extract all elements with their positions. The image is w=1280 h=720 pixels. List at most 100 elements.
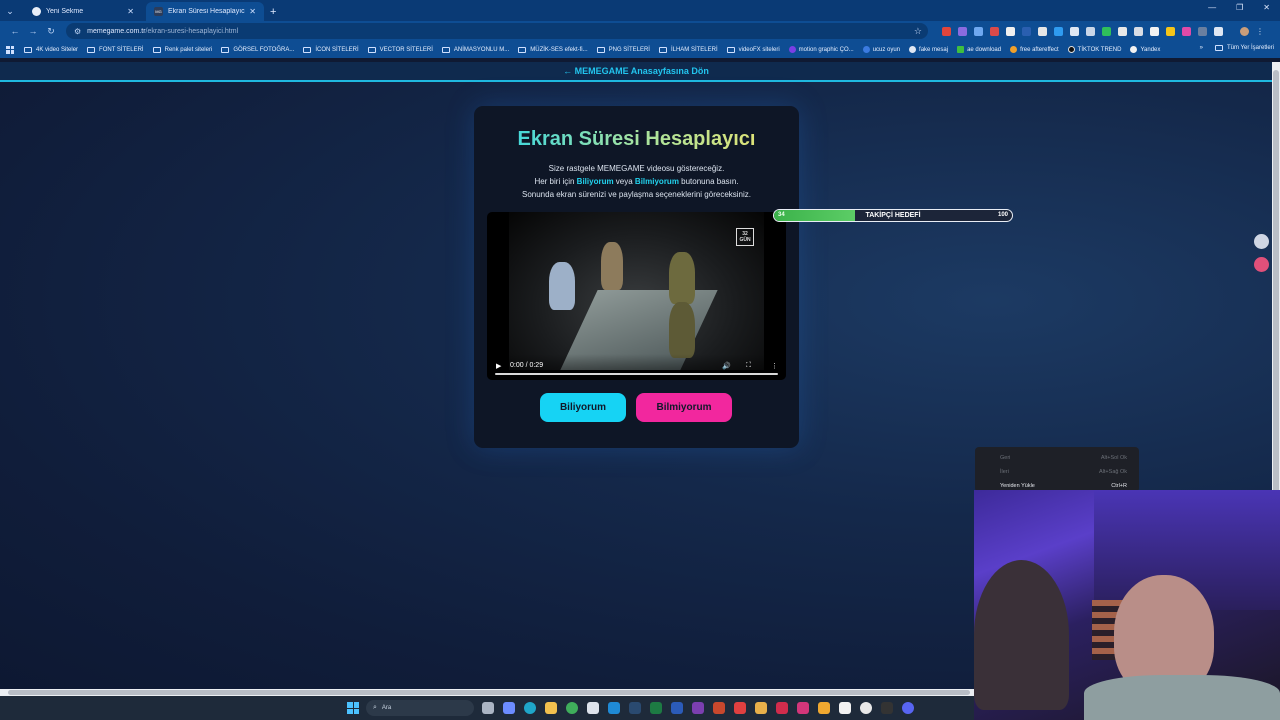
play-icon[interactable]: ▶ <box>496 362 501 370</box>
bookmark-link[interactable]: TİKTOK TREND <box>1067 46 1121 53</box>
tab-search-icon[interactable]: ⌄ <box>0 1 20 21</box>
extension-icon[interactable] <box>1182 26 1191 36</box>
context-item-back[interactable]: Geri Alt+Sol Ok <box>975 452 1139 464</box>
forward-icon[interactable]: → <box>24 26 42 36</box>
notion-icon[interactable] <box>839 702 851 714</box>
tab-ekran-suresi[interactable]: MG Ekran Süresi Hesaplayıcı | MEM ✕ <box>146 2 264 21</box>
app-icon[interactable] <box>776 702 788 714</box>
side-widget-icon[interactable] <box>1254 234 1269 249</box>
nav-bar: ← → ↻ ⚙ memegame.com.tr /ekran-suresi-he… <box>0 21 1280 41</box>
bookmark-label: Renk palet siteleri <box>164 46 213 53</box>
volume-icon[interactable]: 🔊 <box>722 362 731 370</box>
excel-icon[interactable] <box>650 702 662 714</box>
extension-icon[interactable] <box>1198 26 1207 36</box>
bookmark-link[interactable]: ucuz oyun <box>862 46 900 53</box>
steam-icon[interactable] <box>629 702 641 714</box>
file-explorer-icon[interactable] <box>545 702 557 714</box>
home-link[interactable]: ← MEMEGAME Anasayfasına Dön <box>563 66 709 76</box>
vscode-icon[interactable] <box>608 702 620 714</box>
edge-icon[interactable] <box>524 702 536 714</box>
back-icon[interactable]: ← <box>6 26 24 36</box>
bookmark-link[interactable]: free aftereffect <box>1010 46 1059 53</box>
bookmark-folder[interactable]: videoFX siteleri <box>726 46 780 53</box>
bookmark-folder[interactable]: MÜZİK-SES efekt-fi... <box>518 46 588 53</box>
extension-icon[interactable] <box>1166 26 1175 36</box>
extension-icon[interactable] <box>1006 26 1015 36</box>
folder-icon <box>303 46 312 53</box>
extension-icon[interactable] <box>1038 26 1047 36</box>
bookmark-label: motion graphic ÇO... <box>798 46 854 53</box>
copilot-icon[interactable] <box>503 702 515 714</box>
all-bookmarks-button[interactable]: Tüm Yer İşaretleri <box>1214 45 1274 51</box>
extensions-puzzle-icon[interactable] <box>1214 26 1223 36</box>
instagram-icon[interactable] <box>797 702 809 714</box>
github-icon[interactable] <box>860 702 872 714</box>
paint-icon[interactable] <box>755 702 767 714</box>
windows-start-icon[interactable] <box>347 702 359 714</box>
bookmark-folder[interactable]: ANİMASYONLU M... <box>441 46 509 53</box>
extension-icon[interactable] <box>958 26 967 36</box>
extension-icon[interactable] <box>1054 26 1063 36</box>
onenote-icon[interactable] <box>692 702 704 714</box>
video-progress-bar[interactable] <box>495 373 778 375</box>
new-tab-button[interactable]: + <box>270 2 276 21</box>
more-options-icon[interactable]: ⋮ <box>771 362 778 370</box>
horizontal-scrollbar[interactable] <box>0 689 976 696</box>
bookmark-link[interactable]: fake mesaj <box>909 46 948 53</box>
reload-icon[interactable]: ↻ <box>42 26 60 37</box>
tab-close-icon[interactable]: ✕ <box>127 7 134 16</box>
discord-icon[interactable] <box>902 702 914 714</box>
side-widget-icon[interactable] <box>1254 257 1269 272</box>
bookmark-folder[interactable]: İLHAM SİTELERİ <box>658 46 718 53</box>
minimize-icon[interactable]: — <box>1208 3 1216 12</box>
word-icon[interactable] <box>671 702 683 714</box>
taskbar-search[interactable]: ⌕ Ara <box>366 700 474 716</box>
bilmiyorum-button[interactable]: Bilmiyorum <box>636 393 732 422</box>
bookmark-link[interactable]: Yandex <box>1130 46 1160 53</box>
bookmark-star-icon[interactable]: ☆ <box>914 26 922 37</box>
extension-icon[interactable] <box>974 26 983 36</box>
extension-icon[interactable] <box>1086 26 1095 36</box>
video-person <box>549 262 575 310</box>
menu-dots-icon[interactable]: ⋮ <box>1256 27 1265 36</box>
close-window-icon[interactable]: ✕ <box>1263 3 1270 12</box>
app-icon[interactable] <box>734 702 746 714</box>
site-info-icon[interactable]: ⚙ <box>74 27 81 36</box>
address-bar[interactable]: ⚙ memegame.com.tr /ekran-suresi-hesaplay… <box>66 23 928 39</box>
biliyorum-button[interactable]: Biliyorum <box>540 393 626 422</box>
tab-new-tab[interactable]: Yeni Sekme ✕ <box>24 2 142 21</box>
bookmark-folder[interactable]: Renk palet siteleri <box>152 46 213 53</box>
bookmark-folder[interactable]: PNG SİTELERİ <box>596 46 650 53</box>
scrollbar-thumb[interactable] <box>8 690 970 695</box>
video-player[interactable]: 32 GÜN ▶ 0:00 / 0:29 🔊 ⛶ ⋮ <box>487 212 786 380</box>
restore-icon[interactable]: ❐ <box>1236 3 1243 12</box>
extension-icon[interactable] <box>1102 26 1111 36</box>
bookmark-link[interactable]: motion graphic ÇO... <box>788 46 854 53</box>
extension-icon[interactable] <box>1134 26 1143 36</box>
extension-icon[interactable] <box>1150 26 1159 36</box>
apps-grid-icon[interactable] <box>6 45 14 54</box>
store-icon[interactable] <box>587 702 599 714</box>
bookmark-link[interactable]: ae download <box>957 46 1001 53</box>
context-item-forward[interactable]: İleri Alt+Sağ Ok <box>975 466 1139 478</box>
task-view-icon[interactable] <box>482 702 494 714</box>
fullscreen-icon[interactable]: ⛶ <box>746 362 751 370</box>
epic-games-icon[interactable] <box>881 702 893 714</box>
bookmark-folder[interactable]: VECTOR SİTELERİ <box>367 46 433 53</box>
powerpoint-icon[interactable] <box>713 702 725 714</box>
url-path: /ekran-suresi-hesaplayici.html <box>145 27 239 35</box>
tab-close-icon[interactable]: ✕ <box>249 7 256 16</box>
extension-icon[interactable] <box>942 26 951 36</box>
extension-icon[interactable] <box>1118 26 1127 36</box>
chevron-double-right-icon[interactable]: » <box>1200 45 1203 51</box>
bookmark-folder[interactable]: İCON SİTELERİ <box>303 46 359 53</box>
extension-icon[interactable] <box>990 26 999 36</box>
extension-icon[interactable] <box>1022 26 1031 36</box>
chrome-icon[interactable] <box>566 702 578 714</box>
bookmark-folder[interactable]: FONT SİTELERİ <box>87 46 144 53</box>
bookmark-folder[interactable]: 4K video Siteler <box>24 46 78 53</box>
search-app-icon[interactable] <box>818 702 830 714</box>
extension-icon[interactable] <box>1070 26 1079 36</box>
profile-avatar[interactable] <box>1240 26 1249 36</box>
bookmark-folder[interactable]: GÖRSEL FOTOĞRA... <box>221 46 294 53</box>
